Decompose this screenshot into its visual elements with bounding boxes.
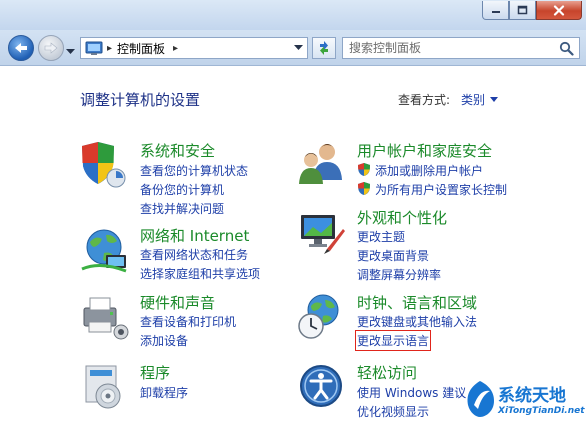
link-label[interactable]: 添加或删除用户帐户 [375,164,483,178]
category-name[interactable]: 时钟、语言和区域 [357,292,477,313]
ease-of-access-icon [300,365,342,407]
network-globe-icon [81,229,127,273]
view-by-dropdown[interactable]: 类别 [461,91,499,108]
link-uninstall-program[interactable]: 卸载程序 [140,384,188,401]
link-view-computer-status[interactable]: 查看您的计算机状态 [140,162,248,179]
close-icon [553,4,565,16]
watermark-title: 系统天地 [498,386,566,406]
control-panel-content: 调整计算机的设置 查看方式: 类别 系统和安全 查看您的计算机状态 备份您的计算… [0,67,586,424]
control-panel-icon [85,41,103,55]
category-name[interactable]: 用户帐户和家庭安全 [357,140,492,161]
forward-button[interactable] [38,35,64,61]
watermark-site: XiTongTianDi.net [498,406,585,416]
link-backup-computer[interactable]: 备份您的计算机 [140,181,224,198]
link-change-theme[interactable]: 更改主题 [357,228,405,245]
users-icon [299,144,342,184]
view-by-value[interactable]: 类别 [461,91,485,108]
category-name[interactable]: 外观和个性化 [357,207,447,228]
minimize-icon [491,11,500,13]
window-controls [482,1,582,20]
address-toolbar: ▸ 控制面板 ▸ [0,30,586,66]
link-troubleshoot[interactable]: 查找并解决问题 [140,200,224,217]
clock-globe-icon [298,294,339,339]
back-button[interactable] [8,35,34,61]
link-homegroup-sharing[interactable]: 选择家庭组和共享选项 [140,265,260,282]
close-button[interactable] [536,1,582,20]
link-parental-controls[interactable]: 为所有用户设置家长控制 [357,181,507,198]
chevron-down-icon [66,49,75,54]
refresh-icon [320,41,328,55]
link-devices-printers[interactable]: 查看设备和打印机 [140,313,236,330]
uac-shield-icon [358,163,370,176]
link-network-status[interactable]: 查看网络状态和任务 [140,246,248,263]
breadcrumb-control-panel[interactable]: 控制面板 [117,40,165,57]
link-label[interactable]: 为所有用户设置家长控制 [375,183,507,197]
search-icon[interactable] [559,41,574,56]
printer-icon [83,297,129,340]
category-name[interactable]: 程序 [140,362,170,383]
link-optimize-visual-display[interactable]: 优化视频显示 [357,403,429,420]
link-keyboard-input-methods[interactable]: 更改键盘或其他输入法 [357,313,477,330]
site-watermark: 系统天地 XiTongTianDi.net [460,373,586,424]
refresh-button[interactable] [312,37,336,59]
category-name[interactable]: 硬件和声音 [140,292,215,313]
arrow-right-icon [44,42,58,54]
security-shield-icon [82,142,126,188]
view-by-label: 查看方式: [398,93,451,107]
search-box[interactable] [342,37,580,59]
category-name[interactable]: 网络和 Internet [140,225,249,246]
link-add-device[interactable]: 添加设备 [140,332,188,349]
maximize-button[interactable] [509,1,536,20]
link-add-remove-accounts[interactable]: 添加或删除用户帐户 [357,162,483,179]
maximize-icon [517,5,528,15]
appearance-monitor-icon [301,215,345,254]
address-bar[interactable]: ▸ 控制面板 ▸ [80,37,308,59]
link-change-display-language[interactable]: 更改显示语言 [354,330,432,351]
watermark-logo-icon [467,381,494,417]
breadcrumb-separator-icon: ▸ [107,42,113,54]
link-windows-suggestions[interactable]: 使用 Windows 建议 [357,384,466,401]
page-title: 调整计算机的设置 [80,91,201,109]
search-input[interactable] [349,39,549,57]
category-name[interactable]: 轻松访问 [357,362,417,383]
link-screen-resolution[interactable]: 调整屏幕分辨率 [357,266,441,283]
title-bar [0,0,586,30]
minimize-button[interactable] [482,1,509,20]
link-desktop-background[interactable]: 更改桌面背景 [357,247,429,264]
breadcrumb-separator-icon[interactable]: ▸ [173,43,178,54]
category-name[interactable]: 系统和安全 [140,140,215,161]
programs-icon [85,365,121,409]
recent-pages-dropdown[interactable] [66,44,75,58]
arrow-left-icon [15,43,27,53]
address-history-chevron-icon[interactable] [294,43,303,53]
uac-shield-icon [358,182,370,195]
chevron-down-icon [490,97,499,102]
